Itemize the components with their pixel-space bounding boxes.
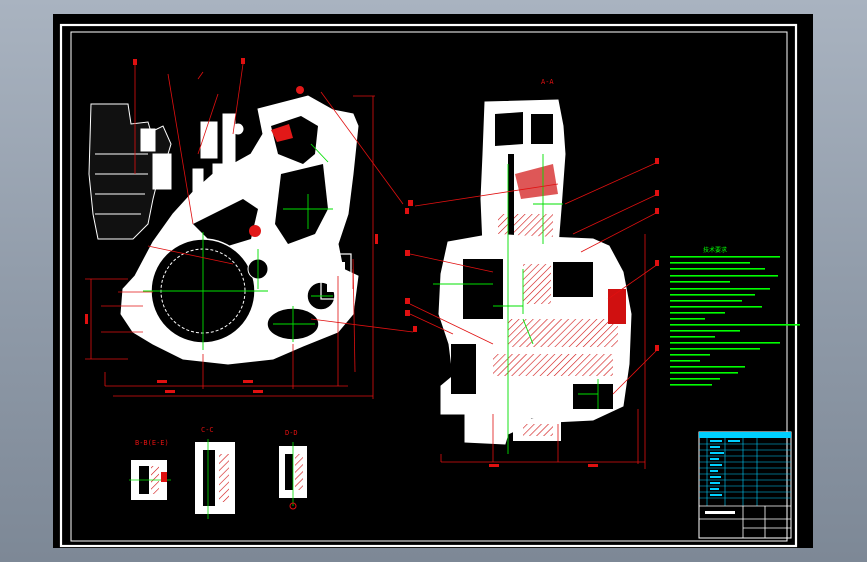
cad-drawing-viewport[interactable]: A-A B-B(E-E) C-C D-D 技术要求 [53,14,813,548]
title-area [699,505,791,538]
view-label-d-d: D-D [285,429,298,437]
technical-requirements: 技术要求 [670,246,800,386]
notes-lines [670,256,800,386]
section-view-c-c: C-C [195,426,235,519]
main-housing-view [85,58,417,399]
section-view-a-a: A-A [405,78,659,469]
tech-requirements-title: 技术要求 [703,246,727,254]
view-label-b-b: B-B(E-E) [135,439,169,447]
view-label-a-a: A-A [541,78,554,86]
left-part-assembly [88,103,172,240]
title-block [698,431,792,539]
section-view-d-d: D-D [279,429,307,510]
section-view-b-b: B-B(E-E) [129,439,171,500]
engineering-drawing: A-A B-B(E-E) C-C D-D 技术要求 [59,23,800,548]
view-label-c-c: C-C [201,426,214,434]
